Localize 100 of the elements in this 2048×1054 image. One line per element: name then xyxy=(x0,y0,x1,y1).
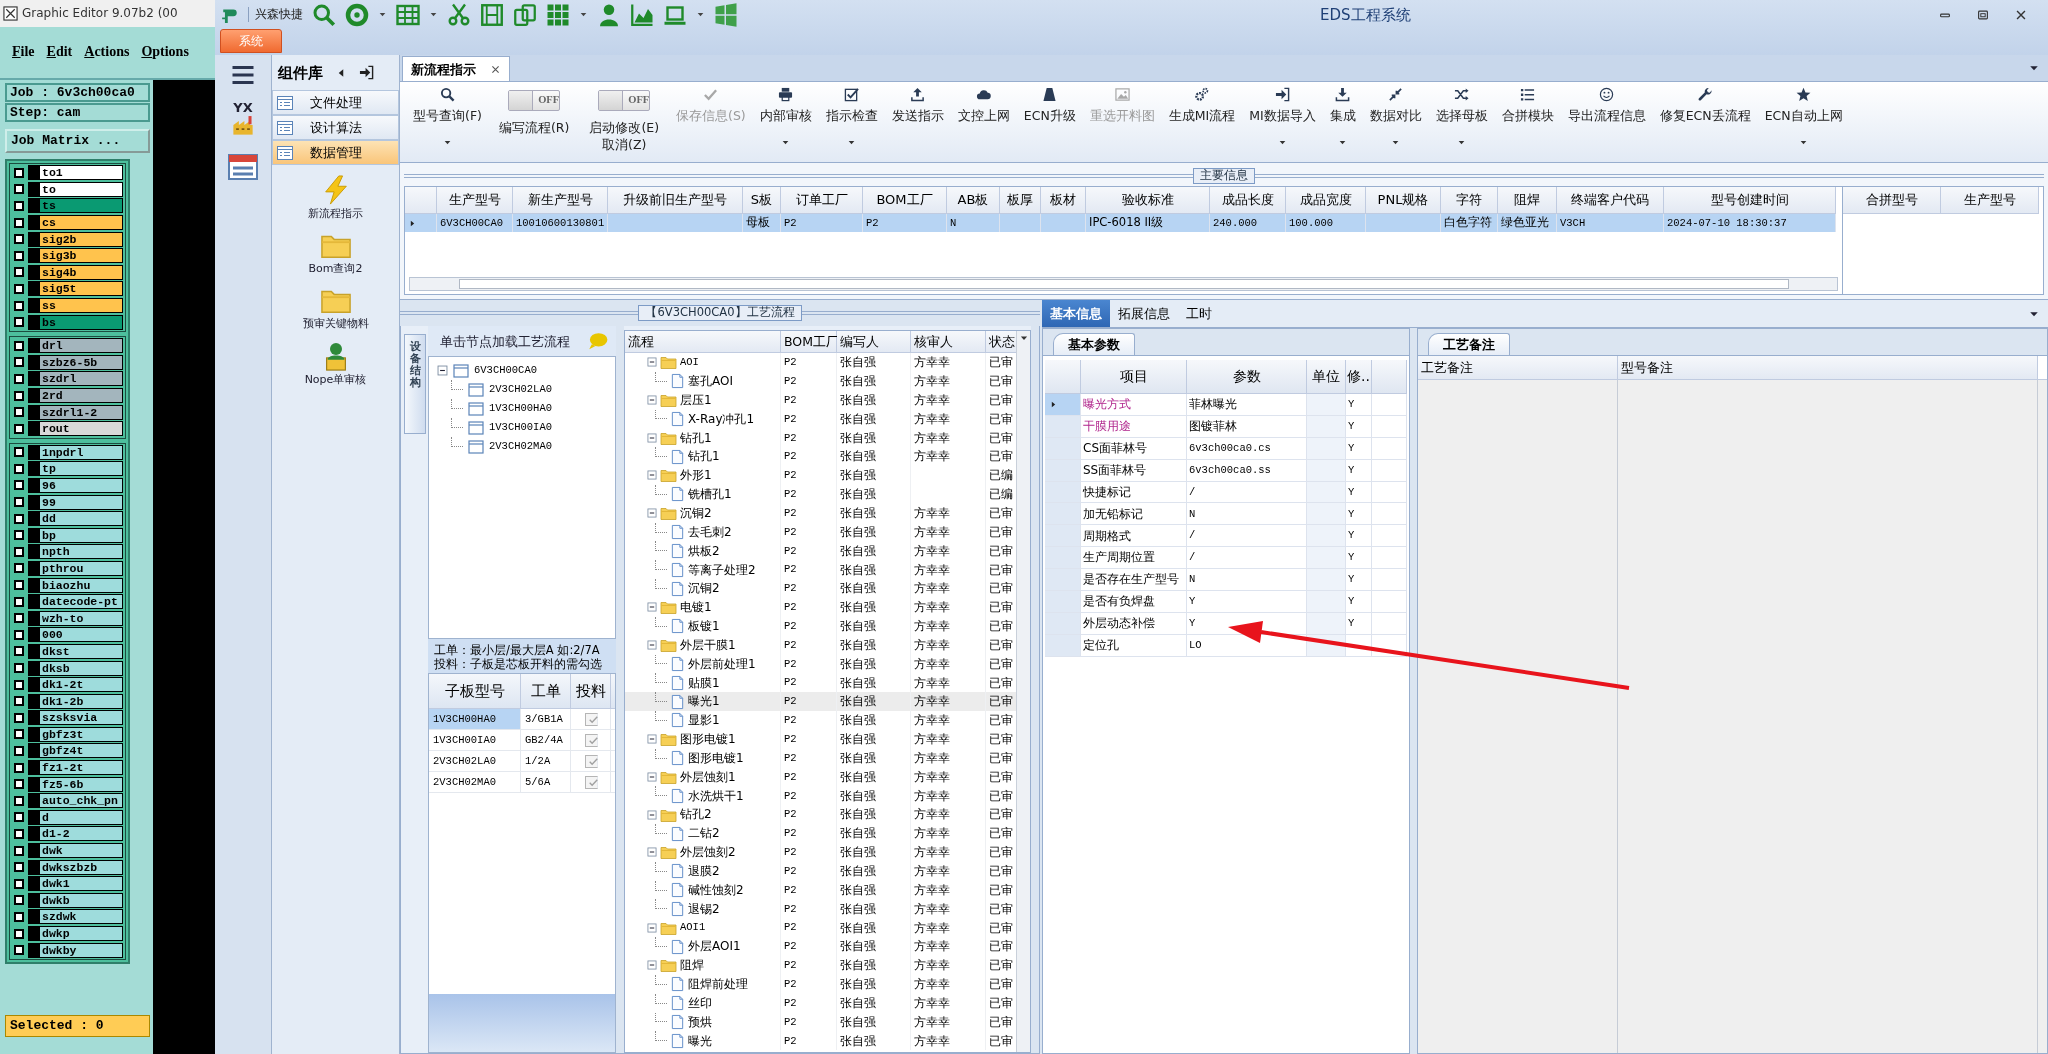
layer-checkbox[interactable] xyxy=(14,746,24,756)
menu-icon[interactable] xyxy=(231,63,255,87)
caret-icon[interactable] xyxy=(378,10,387,19)
grid-icon[interactable] xyxy=(546,2,570,27)
layer-name[interactable]: dk1-2t xyxy=(28,677,123,693)
caret-icon[interactable] xyxy=(429,10,438,19)
layer-checkbox[interactable] xyxy=(14,895,24,906)
flow-step[interactable]: 曝光 xyxy=(688,1033,712,1048)
flow-step[interactable]: 烘板2 xyxy=(688,543,720,559)
layer-name[interactable]: dwkszbzb xyxy=(28,859,123,875)
layer-checkbox[interactable] xyxy=(14,463,24,474)
horizontal-scrollbar[interactable] xyxy=(409,277,1838,291)
layer-name[interactable]: gbfz4t xyxy=(28,743,123,759)
layer-checkbox[interactable] xyxy=(14,646,24,657)
table-cell[interactable]: 1V3CH00IA0 xyxy=(429,730,521,750)
shortcut-label[interactable]: Nope单审核 xyxy=(304,372,367,386)
layer-checkbox[interactable] xyxy=(14,580,24,591)
layer-name[interactable]: dwk xyxy=(28,843,123,859)
table-cell[interactable]: 2V3CH02MA0 xyxy=(429,772,521,792)
menu-item[interactable]: File xyxy=(12,44,35,61)
caret-icon[interactable] xyxy=(696,10,705,19)
layer-checkbox[interactable] xyxy=(14,423,24,434)
tree-node[interactable]: 2V3CH02LA0 xyxy=(489,383,552,396)
layer-name[interactable]: 96 xyxy=(28,478,123,493)
menu-item[interactable]: Actions xyxy=(84,44,130,61)
layer-checkbox[interactable] xyxy=(14,373,24,384)
library-item[interactable]: 文件处理 xyxy=(272,90,399,115)
ribbon-button[interactable]: 内部审核 xyxy=(752,82,819,160)
collapse-icon[interactable] xyxy=(437,365,448,376)
flow-step[interactable]: 退锡2 xyxy=(688,901,720,917)
checkbox[interactable] xyxy=(585,775,598,789)
column-header[interactable]: 型号备注 xyxy=(1618,356,2038,379)
close-icon[interactable] xyxy=(490,63,501,75)
ribbon-button[interactable]: ECN自动上网 xyxy=(1757,82,1850,160)
flow-step[interactable]: 去毛刺2 xyxy=(688,524,732,540)
flow-step[interactable]: 塞孔AOI xyxy=(688,374,733,389)
layer-checkbox[interactable] xyxy=(14,184,24,195)
panel-tab[interactable]: 工艺备注 xyxy=(1428,333,1510,355)
tree-node[interactable]: 1V3CH00HA0 xyxy=(489,402,552,415)
area-chart-icon[interactable] xyxy=(630,2,654,27)
column-header[interactable]: 升级前旧生产型号 xyxy=(608,187,743,214)
table-icon[interactable] xyxy=(396,2,420,27)
tab[interactable]: 基本信息 xyxy=(1042,300,1110,327)
ribbon-button[interactable]: 生成MI流程 xyxy=(1161,82,1243,160)
column-header[interactable]: BOM工厂 xyxy=(781,331,837,353)
flow-step[interactable]: 贴膜1 xyxy=(688,675,720,690)
column-header[interactable]: 流程 xyxy=(625,331,781,353)
toggle-switch[interactable]: OFF xyxy=(598,90,651,111)
flow-step[interactable]: 碱性蚀刻2 xyxy=(688,882,744,898)
layer-checkbox[interactable] xyxy=(14,497,24,508)
flow-step[interactable]: 水洗烘干1 xyxy=(688,788,744,803)
tab[interactable]: 拓展信息 xyxy=(1110,300,1178,327)
column-header[interactable]: 板材 xyxy=(1041,187,1086,214)
layer-name[interactable]: to xyxy=(28,181,123,197)
table-cell[interactable]: 2V3CH02LA0 xyxy=(429,751,521,771)
film-icon[interactable] xyxy=(480,2,504,27)
column-header[interactable]: 状态 xyxy=(986,331,1016,353)
layer-name[interactable]: fz1-2t xyxy=(28,760,123,776)
layer-name[interactable]: szdrl1-2 xyxy=(28,404,123,420)
flow-step[interactable]: 外层AOI1 xyxy=(688,939,741,954)
column-header[interactable]: 型号创建时间 xyxy=(1664,187,1836,214)
job-matrix-button[interactable]: Job Matrix ... xyxy=(5,129,150,153)
layer-name[interactable]: sig4b xyxy=(28,264,123,280)
layer-checkbox[interactable] xyxy=(14,300,24,311)
column-header[interactable]: 成品宽度 xyxy=(1286,187,1366,214)
search-icon[interactable] xyxy=(312,2,336,27)
vertical-scrollbar[interactable] xyxy=(1016,331,1030,1052)
flow-step[interactable]: 外层干膜1 xyxy=(680,637,736,653)
layer-checkbox[interactable] xyxy=(14,911,24,922)
layer-checkbox[interactable] xyxy=(14,862,24,873)
layer-checkbox[interactable] xyxy=(14,357,24,368)
restore-icon[interactable] xyxy=(1976,7,1990,22)
layer-checkbox[interactable] xyxy=(14,480,24,491)
column-header[interactable]: 验收标准 xyxy=(1086,187,1210,214)
layer-name[interactable]: drl xyxy=(28,338,123,354)
layer-checkbox[interactable] xyxy=(14,250,24,261)
column-header[interactable]: PNL规格 xyxy=(1366,187,1441,214)
layer-name[interactable]: ss xyxy=(28,298,123,314)
layer-name[interactable]: bp xyxy=(28,527,123,543)
column-header[interactable]: AB板 xyxy=(947,187,1000,214)
ribbon-button[interactable]: ECN升级 xyxy=(1016,82,1083,160)
tab[interactable]: 工时 xyxy=(1178,300,1220,327)
ribbon-button[interactable]: 发送指示 xyxy=(884,82,951,160)
layer-checkbox[interactable] xyxy=(14,447,24,458)
layer-checkbox[interactable] xyxy=(14,267,24,278)
layer-name[interactable]: bs xyxy=(28,314,123,330)
layer-name[interactable]: 2rd xyxy=(28,388,123,403)
copy-icon[interactable] xyxy=(513,2,537,27)
flow-step[interactable]: 曝光1 xyxy=(688,694,720,709)
column-header[interactable]: 生产型号 xyxy=(437,187,513,214)
column-header[interactable]: 新生产型号 xyxy=(513,187,608,214)
column-header[interactable]: 修.. xyxy=(1346,360,1372,394)
layer-checkbox[interactable] xyxy=(14,596,24,607)
layer-name[interactable]: rout xyxy=(28,421,123,437)
tree-node[interactable]: 2V3CH02MA0 xyxy=(489,440,552,453)
layer-name[interactable]: 1npdrl xyxy=(28,444,123,460)
column-header[interactable]: 字符 xyxy=(1441,187,1498,214)
layer-name[interactable]: dwk1 xyxy=(28,876,123,892)
flow-step[interactable]: 图形电镀1 xyxy=(680,732,736,747)
column-header[interactable]: 单位 xyxy=(1307,360,1346,394)
